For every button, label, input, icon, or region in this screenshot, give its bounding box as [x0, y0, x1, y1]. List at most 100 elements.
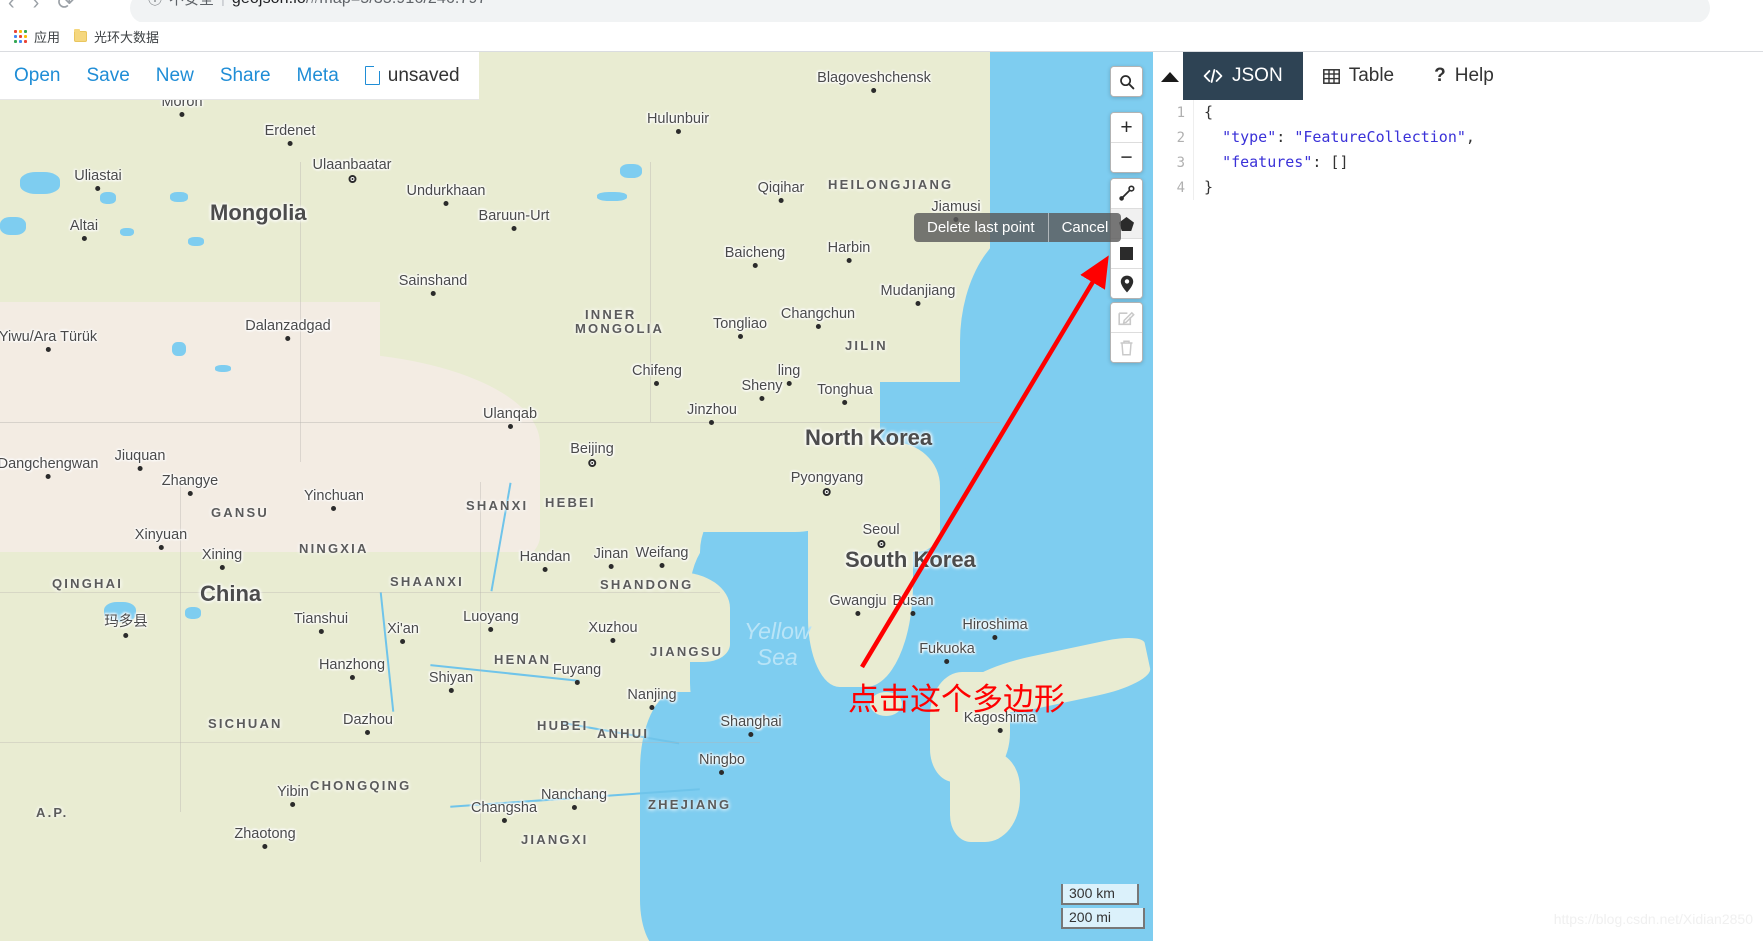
map-city-label: Uliastai — [74, 168, 122, 191]
folder-icon — [74, 29, 88, 42]
draw-actions-toolbar[interactable]: Delete last point Cancel — [914, 213, 1122, 242]
menu-new[interactable]: New — [156, 65, 194, 87]
bookmark-folder[interactable]: 光环大数据 — [74, 27, 159, 46]
map-city-label: Tonghua — [817, 382, 873, 405]
map-city-label: Ulanqab — [483, 406, 537, 429]
collapse-panel-button[interactable] — [1161, 72, 1179, 82]
city-name: Harbin — [827, 240, 871, 256]
city-name: Yinchuan — [304, 488, 364, 504]
code-text[interactable]: "type": "FeatureCollection", — [1193, 125, 1763, 150]
menu-open[interactable]: Open — [14, 65, 60, 87]
delete-last-point-button[interactable]: Delete last point — [914, 213, 1048, 242]
tab-table[interactable]: Table — [1302, 52, 1415, 100]
draw-line-button[interactable] — [1111, 179, 1142, 209]
bookmarks-bar: 应用 光环大数据 — [0, 22, 1763, 52]
city-dot — [846, 258, 852, 263]
map-city-label: Xining — [202, 547, 242, 570]
map-province-label: NINGXIA — [299, 541, 369, 556]
scale-metric: 300 km — [1061, 884, 1139, 905]
code-line: 4} — [1153, 175, 1763, 200]
omnibox-separator: | — [221, 0, 225, 7]
code-text[interactable]: } — [1193, 175, 1763, 200]
trash-icon — [1120, 340, 1133, 356]
city-name: ling — [777, 363, 801, 379]
tab-table-label: Table — [1348, 65, 1395, 86]
city-dot — [542, 567, 548, 572]
city-dot — [331, 506, 337, 511]
map-city-label: Zhangye — [162, 473, 218, 496]
back-icon[interactable]: ‹ — [8, 0, 15, 14]
map-zoom-control[interactable]: + − — [1110, 112, 1143, 173]
site-info-icon[interactable]: ⓘ — [148, 0, 162, 9]
code-line: 3 "features": [] — [1153, 150, 1763, 175]
menu-save[interactable]: Save — [86, 65, 129, 87]
code-icon — [1203, 69, 1223, 83]
menu-meta[interactable]: Meta — [297, 65, 339, 87]
map-city-label: Dalanzadgad — [245, 318, 331, 341]
map-city-label: Busan — [892, 593, 934, 616]
reload-icon[interactable]: ⟳ — [57, 0, 74, 14]
city-dot — [737, 334, 743, 339]
city-dot — [349, 675, 355, 680]
code-line: 2 "type": "FeatureCollection", — [1153, 125, 1763, 150]
city-dot — [748, 732, 754, 737]
city-name: Jiuquan — [114, 448, 166, 464]
question-icon: ? — [1434, 65, 1446, 86]
city-dot — [430, 291, 436, 296]
map-search-control[interactable] — [1110, 66, 1143, 97]
zoom-out-button[interactable]: − — [1111, 143, 1142, 172]
city-name: Zhaotong — [234, 826, 296, 842]
city-dot — [815, 324, 821, 329]
delete-layers-button[interactable] — [1111, 333, 1142, 362]
code-token: : — [1276, 128, 1295, 146]
city-dot — [871, 88, 877, 93]
map-city-label: Changchun — [781, 306, 855, 329]
map-city-label: Yibin — [277, 784, 309, 807]
edit-layers-button[interactable] — [1111, 303, 1142, 333]
table-icon — [1322, 68, 1340, 84]
code-token: "features" — [1222, 153, 1313, 171]
bookmark-apps[interactable]: 应用 — [14, 27, 60, 46]
map-city-label: Jinan — [594, 546, 628, 569]
city-name: Ulaanbaatar — [312, 157, 392, 173]
code-text[interactable]: "features": [] — [1193, 150, 1763, 175]
map-scale-control: 300 km 200 mi — [1061, 884, 1145, 929]
omnibox[interactable]: ⓘ 不安全 | geojson.io/#map=5/35.916/246.797 — [130, 0, 1710, 22]
geojson-app: Moron Erdenet Ulaanbaatar Uliastai Altai Undu… — [0, 52, 1763, 941]
zoom-in-button[interactable]: + — [1111, 113, 1142, 143]
city-name: Qiqihar — [757, 180, 805, 196]
search-button[interactable] — [1111, 67, 1142, 96]
map-city-label: Fukuoka — [919, 641, 975, 664]
map-country-label: South Korea — [845, 547, 976, 572]
draw-rectangle-button[interactable] — [1111, 239, 1142, 269]
map-city-label: Fuyang — [553, 662, 601, 685]
menu-share[interactable]: Share — [220, 65, 271, 87]
city-dot — [348, 175, 356, 183]
city-dot — [752, 263, 758, 268]
city-name: Tonghua — [817, 382, 873, 398]
map-province-label: HUBEI — [537, 718, 589, 733]
map-province-label: HENAN — [494, 652, 552, 667]
city-name: Busan — [892, 593, 934, 609]
tab-help[interactable]: ? Help — [1414, 52, 1514, 100]
map-city-label: Yinchuan — [304, 488, 364, 511]
city-dot — [588, 459, 596, 467]
map-city-label: Xuzhou — [588, 620, 638, 643]
city-dot — [842, 400, 848, 405]
line-number: 1 — [1176, 104, 1185, 121]
city-name: Hanzhong — [318, 657, 386, 673]
city-dot — [488, 627, 494, 632]
url-domain: geojson.io — [232, 0, 306, 7]
forward-icon[interactable]: › — [33, 0, 40, 14]
city-dot — [719, 770, 725, 775]
city-dot — [448, 688, 454, 693]
code-text[interactable]: { — [1193, 100, 1763, 125]
tab-json[interactable]: JSON — [1183, 52, 1303, 100]
map-country-label: North Korea — [805, 425, 933, 450]
json-editor[interactable]: 1 {2 "type": "FeatureCollection", 3 "featu… — [1153, 100, 1763, 941]
map-edit-control[interactable] — [1110, 302, 1143, 363]
map-canvas[interactable]: Moron Erdenet Ulaanbaatar Uliastai Altai Undu… — [0, 52, 1153, 941]
cancel-draw-button[interactable]: Cancel — [1047, 213, 1122, 242]
draw-marker-button[interactable] — [1111, 269, 1142, 298]
city-name: Dangchengwan — [0, 456, 99, 472]
